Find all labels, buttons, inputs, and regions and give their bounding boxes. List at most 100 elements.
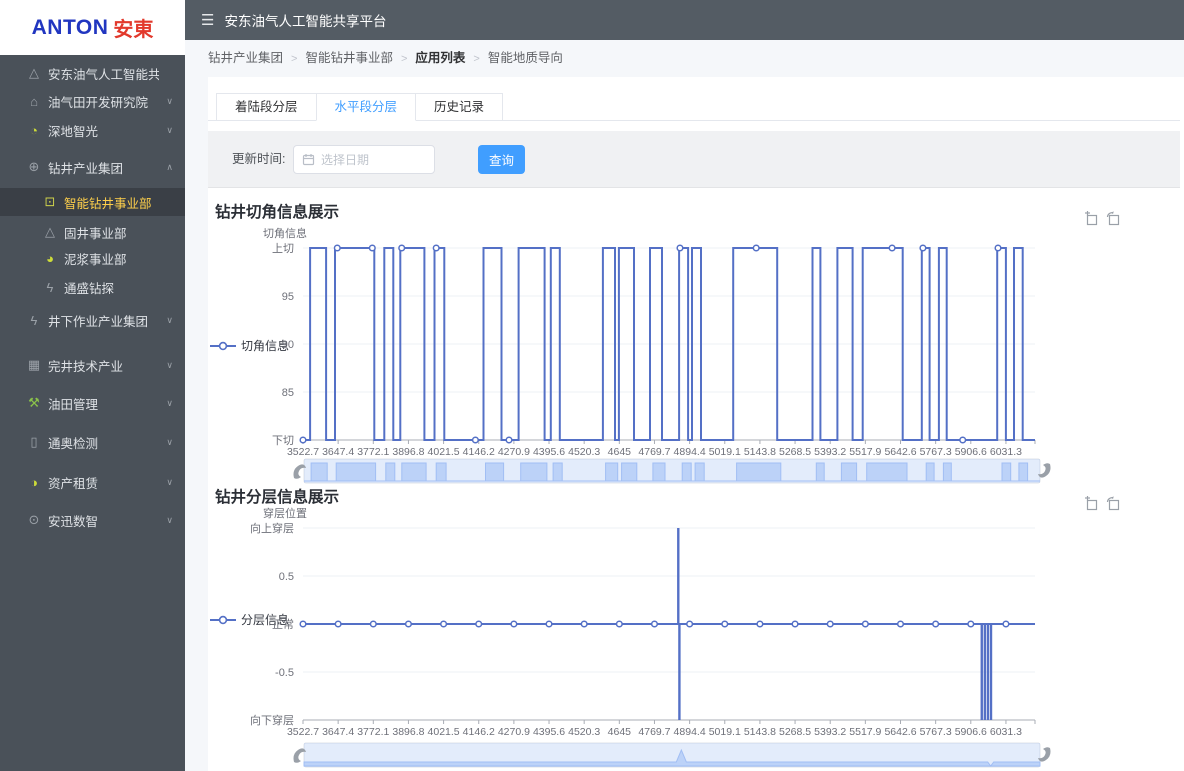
breadcrumb-item-0[interactable]: 钻井产业集团 [208,51,283,65]
chevron-up-icon: ∧ [166,161,173,172]
x-axis-label: 4395.6 [533,726,565,738]
x-axis-label: 5517.9 [849,446,881,458]
breadcrumb-separator: > [400,53,408,65]
data-point-marker [919,244,927,252]
data-point-marker [545,620,553,628]
chart1-title: 钻井切角信息展示 [215,204,340,221]
sidebar-item-label: 钻井产业集团 [48,161,124,176]
y-axis-name: 切角信息 [263,226,307,240]
calendar-icon [302,154,315,166]
data-point-marker [334,620,342,628]
device-icon: ▯ [30,434,38,449]
sidebar-item-12[interactable]: ◑ 资产租赁 ∨ [0,468,185,496]
logo-cn-text: 安東 [113,19,154,41]
sidebar-item-10[interactable]: ⚒ 油田管理 ∨ [0,389,185,417]
sidebar-item-6[interactable]: ◕ 泥浆事业部 [0,244,185,272]
x-axis-label: 4021.5 [428,726,460,738]
x-axis-label: 3772.1 [357,446,389,458]
data-point-marker [686,620,694,628]
sidebar-item-4[interactable]: ⊡ 智能钻井事业部 [0,188,185,216]
x-axis-label: 5019.1 [709,446,741,458]
zoom-restore-icon[interactable] [1106,211,1121,226]
filter-bar: 更新时间: 选择日期 查询 [208,131,1180,188]
x-axis-label: 3647.4 [322,446,354,458]
mud-icon: ◕ [46,250,54,266]
sidebar: ANTON 安東 △ 安东油气人工智能共享平台 ⌂ 油气田开发研究院 ∨ ◔ 深地智光 ∨ ⊕ 钻… [0,0,185,771]
sidebar-item-label: 固井事业部 [64,226,127,241]
x-axis-label: 3647.4 [322,726,354,738]
x-axis-label: 6031.3 [990,726,1022,738]
sidebar-item-7[interactable]: ϟ 通盛钻探 [0,273,185,301]
x-axis-label: 4894.4 [674,446,706,458]
pumpjack-icon: ⚒ [28,395,40,410]
x-axis-label: 3772.1 [357,726,389,738]
sidebar-item-label: 井下作业产业集团 [48,314,149,329]
data-point-marker [791,620,799,628]
slider-selected-range[interactable] [304,743,1040,767]
breadcrumb-item-3: 智能地质导向 [487,51,563,65]
tab-2[interactable]: 历史记录 [415,93,504,121]
breadcrumb-item-1[interactable]: 智能钻井事业部 [305,51,393,65]
chevron-down-icon: ∨ [166,124,173,135]
filter-label: 更新时间: [232,152,286,166]
sidebar-item-9[interactable]: ▦ 完井技术产业 ∨ [0,351,185,379]
hamburger-icon[interactable]: ☰ [201,11,214,29]
chart1-datazoom-slider[interactable] [293,458,1051,484]
x-axis-label: 4146.2 [463,446,495,458]
lightning-icon: ϟ [46,279,54,295]
x-axis-label: 4894.4 [674,726,706,738]
sidebar-item-11[interactable]: ▯ 通奥检测 ∨ [0,428,185,456]
sidebar-item-3[interactable]: ⊕ 钻井产业集团 ∧ [0,153,185,181]
chart2-datazoom-slider[interactable] [293,742,1051,768]
slider-selected-range[interactable] [304,459,1040,483]
sidebar-item-5[interactable]: △ 固井事业部 [0,218,185,246]
chevron-down-icon: ∨ [166,314,173,325]
x-axis-label: 5393.2 [814,446,846,458]
chevron-down-icon: ∨ [166,514,173,525]
data-point-marker [1002,620,1010,628]
x-axis-label: 4520.3 [568,446,600,458]
logo[interactable]: ANTON 安東 [0,0,185,55]
tab-1[interactable]: 水平段分层 [315,93,417,121]
data-point-marker [398,244,406,252]
x-axis-label: 5268.5 [779,446,811,458]
data-point-marker [932,620,940,628]
x-axis-label: 5268.5 [779,726,811,738]
derrick-icon: △ [45,224,55,239]
x-axis-label: 5143.8 [744,446,776,458]
y-axis-label: -0.5 [275,667,294,679]
data-point-marker [959,436,967,444]
chart1-canvas[interactable]: 上切959085下切切角信息3522.7 3647.4 3772.1 3896.8 40… [200,225,1150,465]
breadcrumb-item-2[interactable]: 应用列表 [415,51,465,65]
x-axis-label: 4645 [608,446,632,458]
x-axis-label: 4520.3 [568,726,600,738]
x-axis-label: 3896.8 [392,446,424,458]
sidebar-item-13[interactable]: ⊙ 安迅数智 ∨ [0,506,185,534]
date-picker-input[interactable]: 选择日期 [293,145,435,174]
y-axis-label: 95 [282,291,294,303]
chart2-canvas[interactable]: 向上穿层 0.5 正常 -0.5 向下穿层 穿层位置 3522.7 3647.4 3772.1 3… [200,505,1150,745]
data-point-marker [994,244,1002,252]
x-axis-label: 5906.6 [955,726,987,738]
query-button[interactable]: 查询 [478,145,525,174]
x-axis-label: 3522.7 [287,446,319,458]
x-axis-label: 3522.7 [287,726,319,738]
box-zoom-icon[interactable] [1084,211,1099,226]
sidebar-item-label: 安迅数智 [48,514,99,529]
sidebar-item-2[interactable]: ◔ 深地智光 ∨ [0,116,185,144]
deep-light-icon: ◔ [30,122,38,138]
breadcrumb-separator: > [291,53,298,65]
sidebar-item-1[interactable]: ⌂ 油气田开发研究院 ∨ [0,87,185,115]
sidebar-item-label: 通奥检测 [48,436,99,451]
y-axis-label: 85 [282,387,294,399]
y-axis-label: 90 [282,339,294,351]
data-point-marker [505,436,513,444]
topbar: ☰ 安东油气人工智能共享平台 [185,0,1184,40]
tab-bar: 着陆段分层 水平段分层 历史记录 [208,93,1180,121]
y-axis-label: 正常 [272,618,294,631]
derrick-icon: △ [29,65,39,80]
chevron-down-icon: ∨ [166,397,173,408]
sidebar-item-0[interactable]: △ 安东油气人工智能共享平台 [0,59,185,87]
tab-0[interactable]: 着陆段分层 [216,93,317,121]
sidebar-item-8[interactable]: ϟ 井下作业产业集团 ∨ [0,306,185,334]
